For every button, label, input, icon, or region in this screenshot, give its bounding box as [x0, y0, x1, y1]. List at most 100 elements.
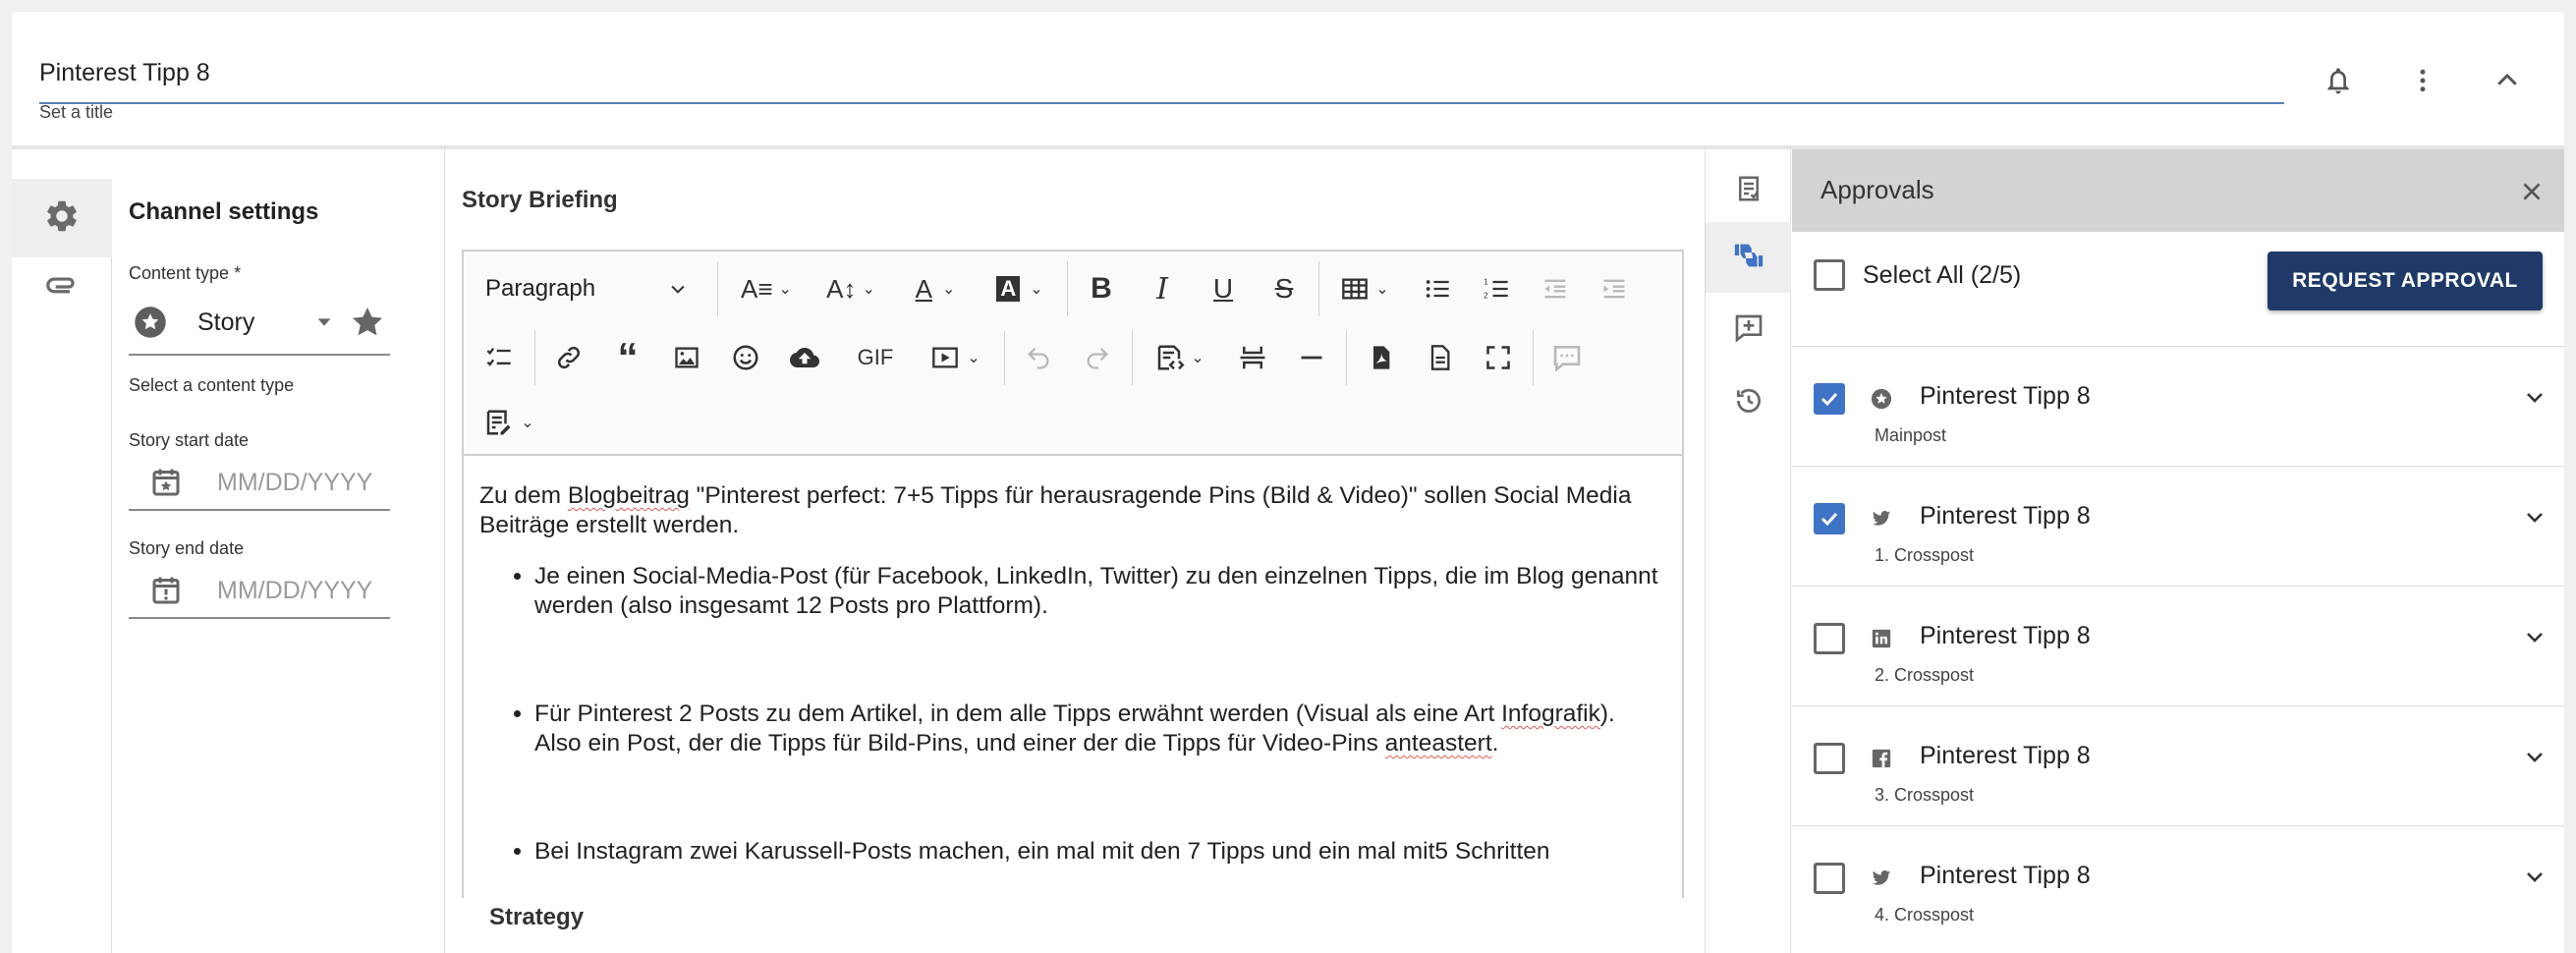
export-doc-button[interactable] — [1413, 330, 1466, 385]
history-tab[interactable] — [1706, 367, 1791, 438]
gear-icon — [43, 197, 81, 240]
editor-toolbar: Paragraph A≡ ⌄ A↕ ⌄ A ⌄ A ⌄ B I U S ⌄ 1 … — [464, 252, 1682, 456]
checklist-icon — [1734, 173, 1764, 209]
approval-thumbs-icon — [1731, 239, 1766, 277]
content-type-value: Story — [197, 308, 255, 336]
emoji-button[interactable] — [719, 330, 772, 385]
paperclip-icon — [43, 268, 81, 310]
bold-button[interactable]: B — [1075, 261, 1128, 316]
editor-column: Story Briefing Paragraph A≡ ⌄ A↕ ⌄ A ⌄ A ⌄ B… — [446, 149, 1706, 953]
block-format-value: Paragraph — [485, 275, 596, 302]
approval-row-checkbox[interactable] — [1814, 623, 1845, 654]
block-format-select[interactable]: Paragraph — [476, 261, 701, 316]
settings-tab[interactable] — [12, 179, 112, 257]
link-button[interactable] — [542, 330, 595, 385]
star-icon[interactable] — [349, 304, 386, 341]
approval-row-name: Pinterest Tipp 8 — [1920, 622, 2091, 649]
dropdown-arrow-icon[interactable] — [313, 311, 335, 333]
approvals-header: Approvals — [1792, 149, 2564, 232]
select-all-checkbox[interactable] — [1814, 259, 1845, 291]
approval-row-checkbox[interactable] — [1814, 383, 1845, 415]
approval-row-checkbox[interactable] — [1814, 503, 1845, 534]
gif-label: GIF — [857, 345, 894, 369]
chevron-down-icon[interactable] — [2523, 386, 2547, 410]
content-type-select[interactable]: Story — [129, 291, 390, 356]
comment-button[interactable] — [1540, 330, 1594, 385]
fullscreen-button[interactable] — [1472, 330, 1525, 385]
check-icon — [1820, 512, 1838, 527]
close-icon[interactable] — [2517, 177, 2547, 206]
media-embed-button[interactable]: ⌄ — [916, 330, 994, 385]
bullet-list-button[interactable] — [1411, 261, 1464, 316]
redo-button[interactable] — [1071, 330, 1124, 385]
svg-text:1: 1 — [1484, 277, 1488, 286]
indent-button[interactable] — [1588, 261, 1641, 316]
approvals-tab[interactable] — [1706, 222, 1791, 293]
approval-row-checkbox[interactable] — [1814, 743, 1845, 774]
chevron-down-icon[interactable] — [2523, 506, 2547, 530]
start-date-field[interactable]: MM/DD/YYYY — [129, 456, 390, 511]
calendar-alert-icon[interactable] — [148, 573, 184, 608]
image-button[interactable] — [660, 330, 713, 385]
approvals-title: Approvals — [1820, 175, 1934, 204]
font-family-button[interactable]: A≡ ⌄ — [729, 261, 804, 316]
approval-row-name: Pinterest Tipp 8 — [1920, 862, 2091, 889]
outdent-button[interactable] — [1529, 261, 1582, 316]
export-pdf-button[interactable] — [1354, 330, 1407, 385]
approval-row-subtitle: 4. Crosspost — [1875, 905, 1975, 925]
source-code-button[interactable]: ⌄ — [1140, 330, 1218, 385]
strikethrough-button[interactable]: S — [1258, 261, 1311, 316]
highlight-color-button[interactable]: A ⌄ — [982, 261, 1057, 316]
paragraph-text-a: Zu dem — [479, 482, 568, 509]
approval-row[interactable]: Pinterest Tipp 8 Mainpost — [1792, 346, 2564, 466]
content-type-helper: Select a content type — [129, 375, 295, 395]
checklist-tab[interactable] — [1706, 155, 1791, 226]
font-size-button[interactable]: A↕ ⌄ — [813, 261, 888, 316]
font-color-button[interactable]: A ⌄ — [898, 261, 973, 316]
template-button[interactable]: ⌄ — [472, 395, 546, 450]
undo-button[interactable] — [1012, 330, 1065, 385]
chevron-down-icon[interactable] — [2523, 626, 2547, 649]
editor-content[interactable]: Zu dem Blogbeitrag "Pinterest perfect: 7… — [464, 456, 1682, 900]
approval-row[interactable]: Pinterest Tipp 8 1. Crosspost — [1792, 466, 2564, 586]
checklist-button[interactable] — [472, 330, 527, 385]
numbered-list-button[interactable]: 12 — [1470, 261, 1523, 316]
title-input[interactable] — [39, 49, 2284, 104]
approval-row[interactable]: Pinterest Tipp 8 3. Crosspost — [1792, 705, 2564, 825]
bell-icon[interactable] — [2315, 57, 2362, 104]
more-vert-icon[interactable] — [2399, 57, 2446, 104]
approval-row[interactable]: Pinterest Tipp 8 2. Crosspost — [1792, 586, 2564, 705]
cloud-upload-button[interactable] — [778, 330, 831, 385]
underline-button[interactable]: U — [1197, 261, 1250, 316]
list-item: Bei Instagram zwei Karussell-Posts mache… — [534, 837, 1666, 867]
star-badge-icon — [1871, 388, 1892, 410]
chevron-up-icon[interactable] — [2484, 57, 2531, 104]
check-icon — [1820, 392, 1838, 407]
chevron-down-icon[interactable] — [2523, 866, 2547, 889]
attachments-tab[interactable] — [12, 250, 112, 328]
approval-row[interactable]: Pinterest Tipp 8 4. Crosspost — [1792, 825, 2564, 945]
channel-settings-heading: Channel settings — [129, 198, 319, 225]
page-break-button[interactable] — [1226, 330, 1279, 385]
approval-row-subtitle: 2. Crosspost — [1875, 665, 1975, 685]
strategy-section-title: Strategy — [489, 904, 585, 930]
end-date-field[interactable]: MM/DD/YYYY — [129, 564, 390, 619]
linkedin-icon — [1871, 628, 1892, 649]
add-comment-tab[interactable] — [1706, 295, 1791, 365]
select-all-control[interactable]: Select All (2/5) — [1814, 259, 2021, 291]
table-button[interactable]: ⌄ — [1326, 261, 1403, 316]
blockquote-button[interactable]: “ — [601, 330, 654, 385]
approvals-panel: Approvals Select All (2/5) REQUEST APPRO… — [1792, 149, 2564, 953]
list-item: Für Pinterest 2 Posts zu dem Artikel, in… — [534, 700, 1666, 758]
chevron-down-icon[interactable] — [2523, 746, 2547, 769]
italic-button[interactable]: I — [1136, 261, 1189, 316]
start-date-placeholder: MM/DD/YYYY — [217, 468, 373, 496]
add-comment-icon — [1733, 312, 1764, 349]
gif-button[interactable]: GIF — [843, 330, 908, 385]
approval-row-checkbox[interactable] — [1814, 863, 1845, 894]
request-approval-button[interactable]: REQUEST APPROVAL — [2268, 252, 2543, 310]
horizontal-line-button[interactable] — [1285, 330, 1338, 385]
side-icon-strip — [1706, 149, 1791, 953]
rich-text-editor: Paragraph A≡ ⌄ A↕ ⌄ A ⌄ A ⌄ B I U S ⌄ 1 … — [462, 250, 1684, 898]
calendar-star-icon[interactable] — [148, 465, 184, 500]
